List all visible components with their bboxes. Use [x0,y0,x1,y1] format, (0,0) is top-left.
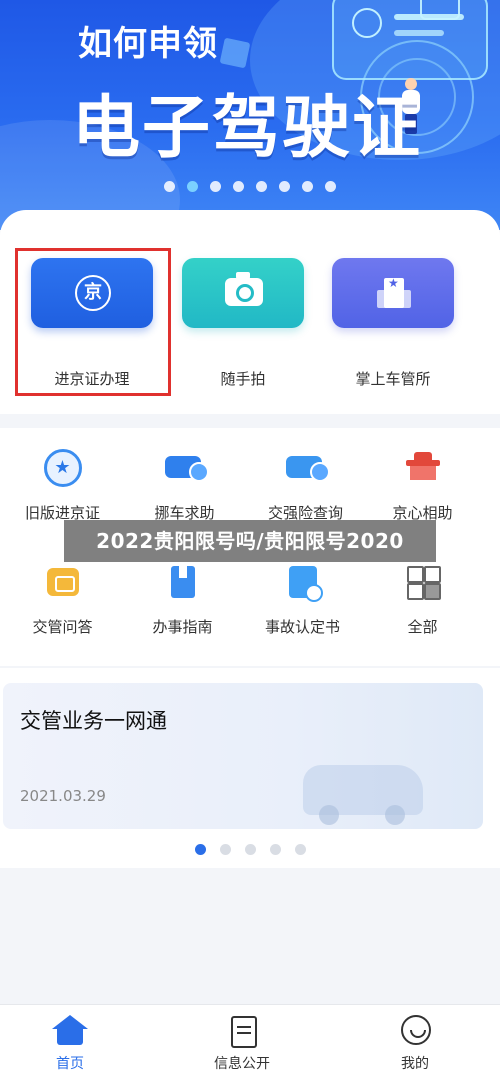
car-phone-icon [164,456,209,482]
quick-action-snapshot[interactable]: 随手拍 [181,258,305,389]
grid-item-guide[interactable]: 办事指南 [120,562,245,637]
pagination-dot[interactable] [269,844,281,855]
hero-banner[interactable]: 如何申领 电子驾驶证 [0,0,500,230]
vehicle-office-tile[interactable]: ★ [332,258,454,328]
promo-date: 2021.03.29 [20,787,106,805]
promo-pagination [0,844,500,855]
document-icon [288,566,323,602]
chat-bubble-icon [420,0,460,20]
pagination-dot[interactable] [233,181,244,192]
promo-title: 交管业务一网通 [20,709,167,733]
quick-action-vehicle-office[interactable]: ★ 掌上车管所 [331,258,455,389]
highlight-frame [15,248,171,396]
grid-item-qa[interactable]: 交管问答 [0,562,125,637]
banner-title: 电子驾驶证 [72,89,423,168]
grid-item-insurance[interactable]: 交强险查询 [243,448,368,523]
car-insurance-icon [285,456,330,482]
grid-icon [406,566,441,600]
pagination-dot[interactable] [294,844,306,855]
promo-section: 交管业务一网通 2021.03.29 [0,668,500,868]
car-illustration [303,765,423,825]
tab-label: 信息公开 [214,1056,270,1072]
chat-icon [46,568,79,596]
pagination-dot-active[interactable] [194,844,206,855]
profile-icon [395,1015,435,1047]
home-icon [50,1015,90,1047]
camera-icon [225,272,263,306]
banner-pagination [0,181,500,192]
grid-item-label: 交管问答 [32,618,93,636]
quick-action-label: 掌上车管所 [355,370,431,388]
star-badge-icon: ★ [43,449,82,487]
grid-item-all[interactable]: 全部 [360,562,485,637]
pagination-dot[interactable] [219,844,231,855]
grid-item-label: 办事指南 [152,618,213,636]
overlay-caption: 2022贵阳限号吗/贵阳限号2020 [64,520,436,562]
pagination-dot[interactable] [244,844,256,855]
banner-subtitle: 如何申领 [78,24,218,64]
tab-profile[interactable]: 我的 [355,1015,475,1073]
tab-info[interactable]: 信息公开 [182,1015,302,1073]
cube-icon [219,37,251,69]
tab-label: 首页 [56,1056,84,1072]
quick-actions-panel: 京 进京证办理 随手拍 ★ 掌上车管所 [0,210,500,414]
pagination-dot[interactable] [325,181,336,192]
info-icon [222,1015,262,1048]
pagination-dot[interactable] [210,181,221,192]
building-icon: ★ [377,272,411,312]
pagination-dot[interactable] [164,181,175,192]
tab-label: 我的 [401,1056,429,1072]
pagination-dot[interactable] [279,181,290,192]
pagination-dot[interactable] [302,181,313,192]
bookmark-icon [170,566,195,598]
bottom-tab-bar: 首页 信息公开 我的 [0,1004,500,1083]
grid-item-move-car[interactable]: 挪车求助 [122,448,247,523]
quick-action-label: 随手拍 [220,370,266,388]
pagination-dot-active[interactable] [187,181,198,192]
temple-icon [405,452,440,482]
grid-item-old-jingzheng[interactable]: ★ 旧版进京证 [0,448,125,523]
snapshot-tile[interactable] [182,258,304,328]
grid-item-label: 事故认定书 [264,618,340,636]
id-card-icon [332,0,488,80]
grid-item-label: 全部 [407,618,438,636]
grid-item-accident[interactable]: 事故认定书 [240,562,365,637]
promo-card[interactable]: 交管业务一网通 2021.03.29 [3,683,483,829]
pagination-dot[interactable] [256,181,267,192]
tab-home[interactable]: 首页 [10,1015,130,1073]
grid-item-beijing-help[interactable]: 京心相助 [360,448,485,523]
